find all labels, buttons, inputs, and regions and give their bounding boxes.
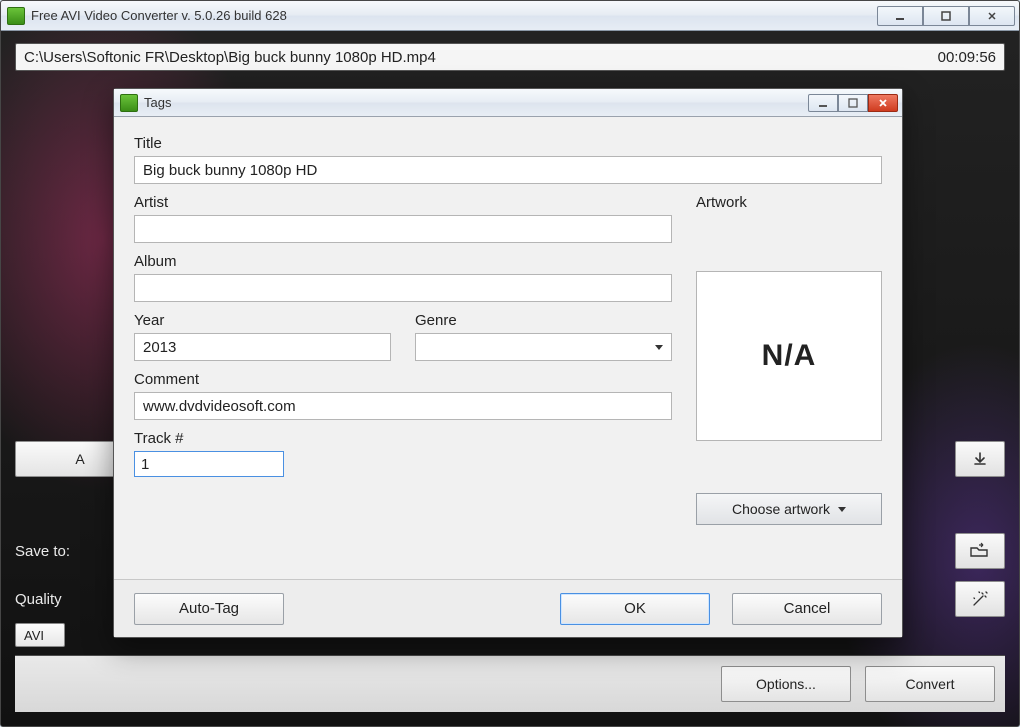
window-controls — [877, 6, 1015, 26]
quality-settings-button[interactable] — [955, 581, 1005, 617]
minimize-button[interactable] — [877, 6, 923, 26]
auto-tag-button[interactable]: Auto-Tag — [134, 593, 284, 625]
dialog-body: Title Artist Album Year — [114, 117, 902, 579]
save-to-label: Save to: — [15, 543, 85, 560]
app-footer: Options... Convert — [15, 655, 1005, 712]
genre-label: Genre — [415, 312, 672, 329]
download-icon — [971, 450, 989, 468]
dialog-title: Tags — [144, 95, 808, 110]
title-input[interactable] — [134, 156, 882, 184]
file-path: C:\Users\Softonic FR\Desktop\Big buck bu… — [24, 49, 938, 66]
cancel-button[interactable]: Cancel — [732, 593, 882, 625]
cancel-label: Cancel — [784, 600, 831, 617]
track-label: Track # — [134, 430, 672, 447]
close-button[interactable] — [969, 6, 1015, 26]
app-title: Free AVI Video Converter v. 5.0.26 build… — [31, 8, 877, 23]
loaded-file-bar: C:\Users\Softonic FR\Desktop\Big buck bu… — [15, 43, 1005, 71]
choose-artwork-button[interactable]: Choose artwork — [696, 493, 882, 525]
app-icon — [7, 7, 25, 25]
dialog-icon — [120, 94, 138, 112]
convert-label: Convert — [905, 676, 954, 692]
dialog-footer: Auto-Tag OK Cancel — [114, 579, 902, 637]
artwork-label: Artwork — [696, 194, 882, 211]
artist-label: Artist — [134, 194, 672, 211]
tags-dialog: Tags Title Artist — [113, 88, 903, 638]
auto-tag-label: Auto-Tag — [179, 600, 239, 617]
options-button[interactable]: Options... — [721, 666, 851, 702]
dialog-maximize-button[interactable] — [838, 94, 868, 112]
minimize-icon — [818, 98, 828, 108]
app-titlebar[interactable]: Free AVI Video Converter v. 5.0.26 build… — [1, 1, 1019, 31]
file-duration: 00:09:56 — [938, 49, 996, 66]
convert-button[interactable]: Convert — [865, 666, 995, 702]
comment-label: Comment — [134, 371, 672, 388]
close-icon — [877, 97, 889, 109]
format-dropdown[interactable]: AVI — [15, 623, 65, 647]
download-button[interactable] — [955, 441, 1005, 477]
album-label: Album — [134, 253, 672, 270]
options-label: Options... — [756, 676, 816, 692]
chevron-down-icon — [655, 345, 663, 350]
track-input[interactable] — [134, 451, 284, 477]
year-input[interactable] — [134, 333, 391, 361]
minimize-icon — [894, 10, 906, 22]
wand-icon — [970, 589, 990, 609]
dialog-window-controls — [808, 94, 898, 112]
browse-folder-button[interactable] — [955, 533, 1005, 569]
dialog-titlebar[interactable]: Tags — [114, 89, 902, 117]
album-input[interactable] — [134, 274, 672, 302]
maximize-button[interactable] — [923, 6, 969, 26]
title-label: Title — [134, 135, 882, 152]
close-icon — [986, 10, 998, 22]
comment-input[interactable] — [134, 392, 672, 420]
ok-label: OK — [624, 600, 646, 617]
dialog-minimize-button[interactable] — [808, 94, 838, 112]
year-label: Year — [134, 312, 391, 329]
artwork-na-text: N/A — [762, 339, 817, 373]
format-value: AVI — [24, 628, 44, 643]
chevron-down-icon — [838, 507, 846, 512]
quality-label: Quality — [15, 591, 85, 608]
add-files-label: A — [75, 451, 84, 467]
genre-dropdown[interactable] — [415, 333, 672, 361]
choose-artwork-label: Choose artwork — [732, 501, 830, 517]
artist-input[interactable] — [134, 215, 672, 243]
dialog-close-button[interactable] — [868, 94, 898, 112]
artwork-preview: N/A — [696, 271, 882, 441]
folder-open-icon — [969, 542, 991, 560]
maximize-icon — [940, 10, 952, 22]
maximize-icon — [848, 98, 858, 108]
ok-button[interactable]: OK — [560, 593, 710, 625]
